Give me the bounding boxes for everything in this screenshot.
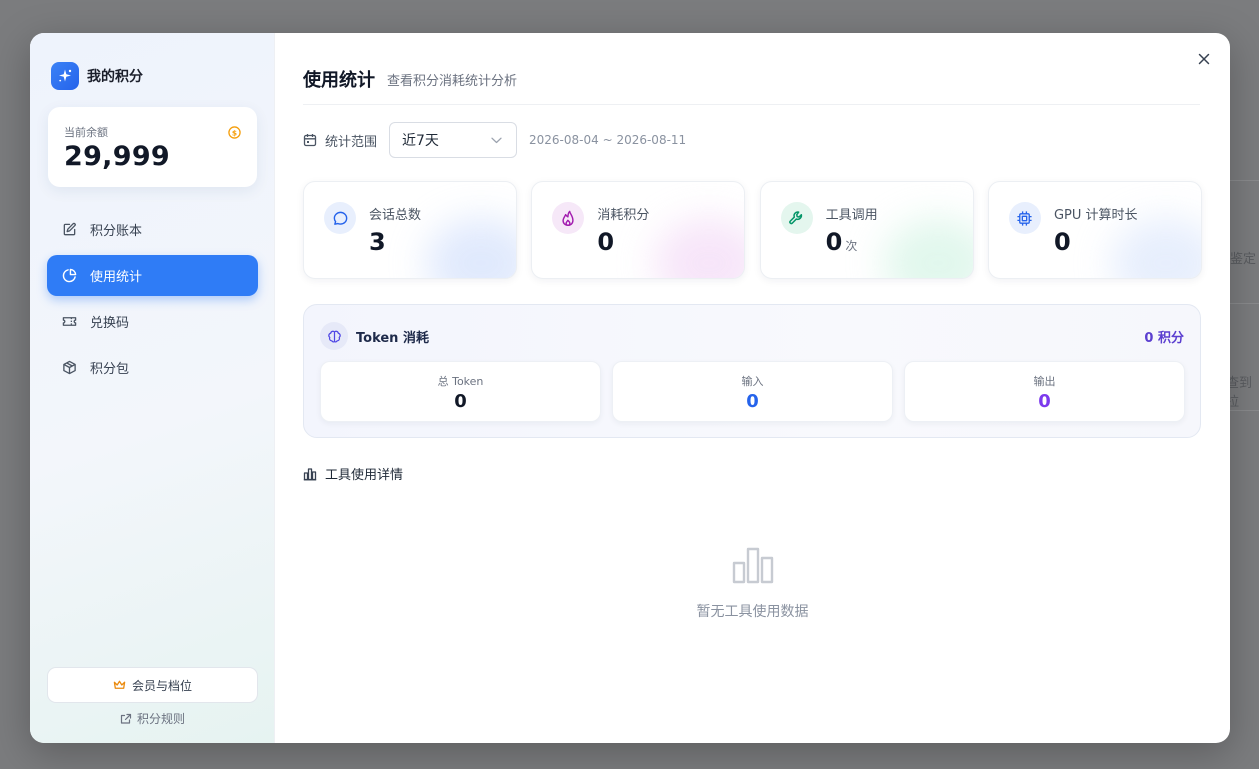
stat-card-sessions: 会话总数 3: [303, 181, 517, 279]
token-box-output: 输出 0: [904, 361, 1185, 422]
points-rules-label: 积分规则: [136, 712, 185, 726]
sidebar: 我的积分 当前余额 $ 29,999 积分账本 使用统计 兑换码 积分包 会员与…: [30, 33, 275, 743]
token-box-total: 总 Token 0: [320, 361, 601, 422]
calendar-icon: [303, 133, 317, 147]
stat-number: 0: [825, 228, 843, 256]
token-box-input: 输入 0: [612, 361, 893, 422]
points-rules-link[interactable]: 积分规则: [30, 710, 275, 727]
wrench-icon: [780, 202, 813, 234]
edit-icon: [61, 222, 77, 238]
stat-label: 消耗积分: [597, 208, 650, 223]
card-glow: [882, 218, 973, 278]
stats-row: 会话总数 3 消耗积分 0 工具调用 0次 GPU 计算时长 0: [303, 181, 1202, 279]
ticket-icon: [61, 314, 77, 330]
token-boxes: 总 Token 0 输入 0 输出 0: [320, 361, 1185, 422]
background-text: 查到拉: [1226, 376, 1253, 410]
background-divider: [1230, 410, 1259, 411]
token-header: Token 消耗: [320, 322, 429, 350]
stat-card-points-consumed: 消耗积分 0: [531, 181, 746, 279]
card-glow: [1110, 218, 1201, 278]
background-divider: [1230, 180, 1259, 181]
stat-card-tool-calls: 工具调用 0次: [759, 181, 974, 279]
flame-icon: [552, 202, 585, 234]
range-select-value: 近7天: [402, 133, 439, 149]
membership-button-label: 会员与档位: [131, 678, 192, 693]
token-consumption-panel: Token 消耗 0 积分 总 Token 0 输入 0 输出 0: [303, 304, 1201, 438]
range-label: 统计范围: [325, 134, 378, 150]
main-panel: 使用统计 查看积分消耗统计分析 统计范围 近7天 2026-08-04 ~ 20…: [275, 33, 1230, 743]
stat-label: GPU 计算时长: [1053, 208, 1138, 223]
balance-card: 当前余额 $ 29,999: [48, 107, 257, 187]
range-dates: 2026-08-04 ~ 2026-08-11: [529, 133, 687, 147]
card-glow: [654, 218, 745, 278]
close-button[interactable]: [1194, 49, 1214, 69]
brain-icon: [320, 322, 348, 350]
brand-title: 我的积分: [87, 69, 143, 85]
empty-state: 暂无工具使用数据: [275, 547, 1230, 621]
stat-label: 工具调用: [825, 208, 878, 223]
svg-text:$: $: [232, 128, 237, 137]
balance-value: 29,999: [64, 141, 170, 172]
sidebar-item-label: 积分账本: [90, 224, 143, 239]
card-glow: [426, 218, 516, 278]
external-link-icon: [120, 713, 132, 725]
points-modal: 我的积分 当前余额 $ 29,999 积分账本 使用统计 兑换码 积分包 会员与…: [30, 33, 1230, 743]
sidebar-item-label: 积分包: [90, 362, 130, 377]
sidebar-item-ledger[interactable]: 积分账本: [47, 209, 258, 250]
page-title: 使用统计: [303, 70, 375, 91]
sidebar-item-usage-stats[interactable]: 使用统计: [47, 255, 258, 296]
stat-value: 3: [369, 228, 386, 256]
tool-usage-header: 工具使用详情: [303, 464, 403, 483]
header-divider: [303, 104, 1200, 105]
sparkle-icon: [51, 62, 79, 90]
stat-value: 0: [1054, 228, 1071, 256]
range-select[interactable]: 近7天: [389, 122, 518, 158]
sidebar-item-label: 使用统计: [90, 270, 143, 285]
sidebar-item-redeem-code[interactable]: 兑换码: [47, 301, 258, 342]
membership-button[interactable]: 会员与档位: [47, 667, 258, 703]
token-box-value: 0: [1038, 391, 1051, 412]
token-title: Token 消耗: [356, 330, 429, 346]
stat-card-gpu-time: GPU 计算时长 0: [987, 181, 1202, 279]
brand: 我的积分: [51, 62, 143, 90]
background-text: 鉴定: [1230, 252, 1257, 267]
token-box-label: 输入: [741, 375, 764, 388]
bar-chart-icon: [303, 467, 317, 481]
token-box-value: 0: [454, 391, 467, 412]
chevron-down-icon: [491, 132, 502, 148]
stat-value: 0: [597, 228, 614, 256]
stat-unit: 次: [845, 239, 858, 253]
close-icon: [1198, 53, 1210, 65]
stat-number: 0: [1053, 228, 1071, 256]
range-row: 统计范围 近7天 2026-08-04 ~ 2026-08-11: [303, 122, 686, 158]
stat-label: 会话总数: [369, 208, 422, 223]
package-icon: [61, 360, 77, 376]
balance-label: 当前余额: [64, 126, 108, 139]
page-subtitle: 查看积分消耗统计分析: [387, 74, 518, 89]
sidebar-nav: 积分账本 使用统计 兑换码 积分包: [47, 209, 258, 393]
crown-icon: [113, 679, 126, 691]
coin-icon: $: [228, 124, 241, 143]
sidebar-item-points-package[interactable]: 积分包: [47, 347, 258, 388]
stat-number: 3: [369, 228, 386, 256]
background-divider: [1230, 303, 1259, 304]
token-box-label: 输出: [1033, 375, 1056, 388]
message-icon: [324, 202, 356, 234]
stat-number: 0: [597, 228, 615, 256]
stat-value: 0次: [826, 228, 858, 256]
token-box-value: 0: [746, 391, 759, 412]
pie-chart-icon: [61, 268, 77, 284]
token-box-label: 总 Token: [437, 375, 484, 388]
tool-usage-title: 工具使用详情: [325, 468, 404, 483]
cpu-icon: [1008, 202, 1041, 234]
sidebar-item-label: 兑换码: [90, 316, 130, 331]
token-total: 0 积分: [1144, 331, 1184, 346]
bar-chart-icon: [732, 547, 774, 589]
empty-state-text: 暂无工具使用数据: [696, 604, 809, 620]
